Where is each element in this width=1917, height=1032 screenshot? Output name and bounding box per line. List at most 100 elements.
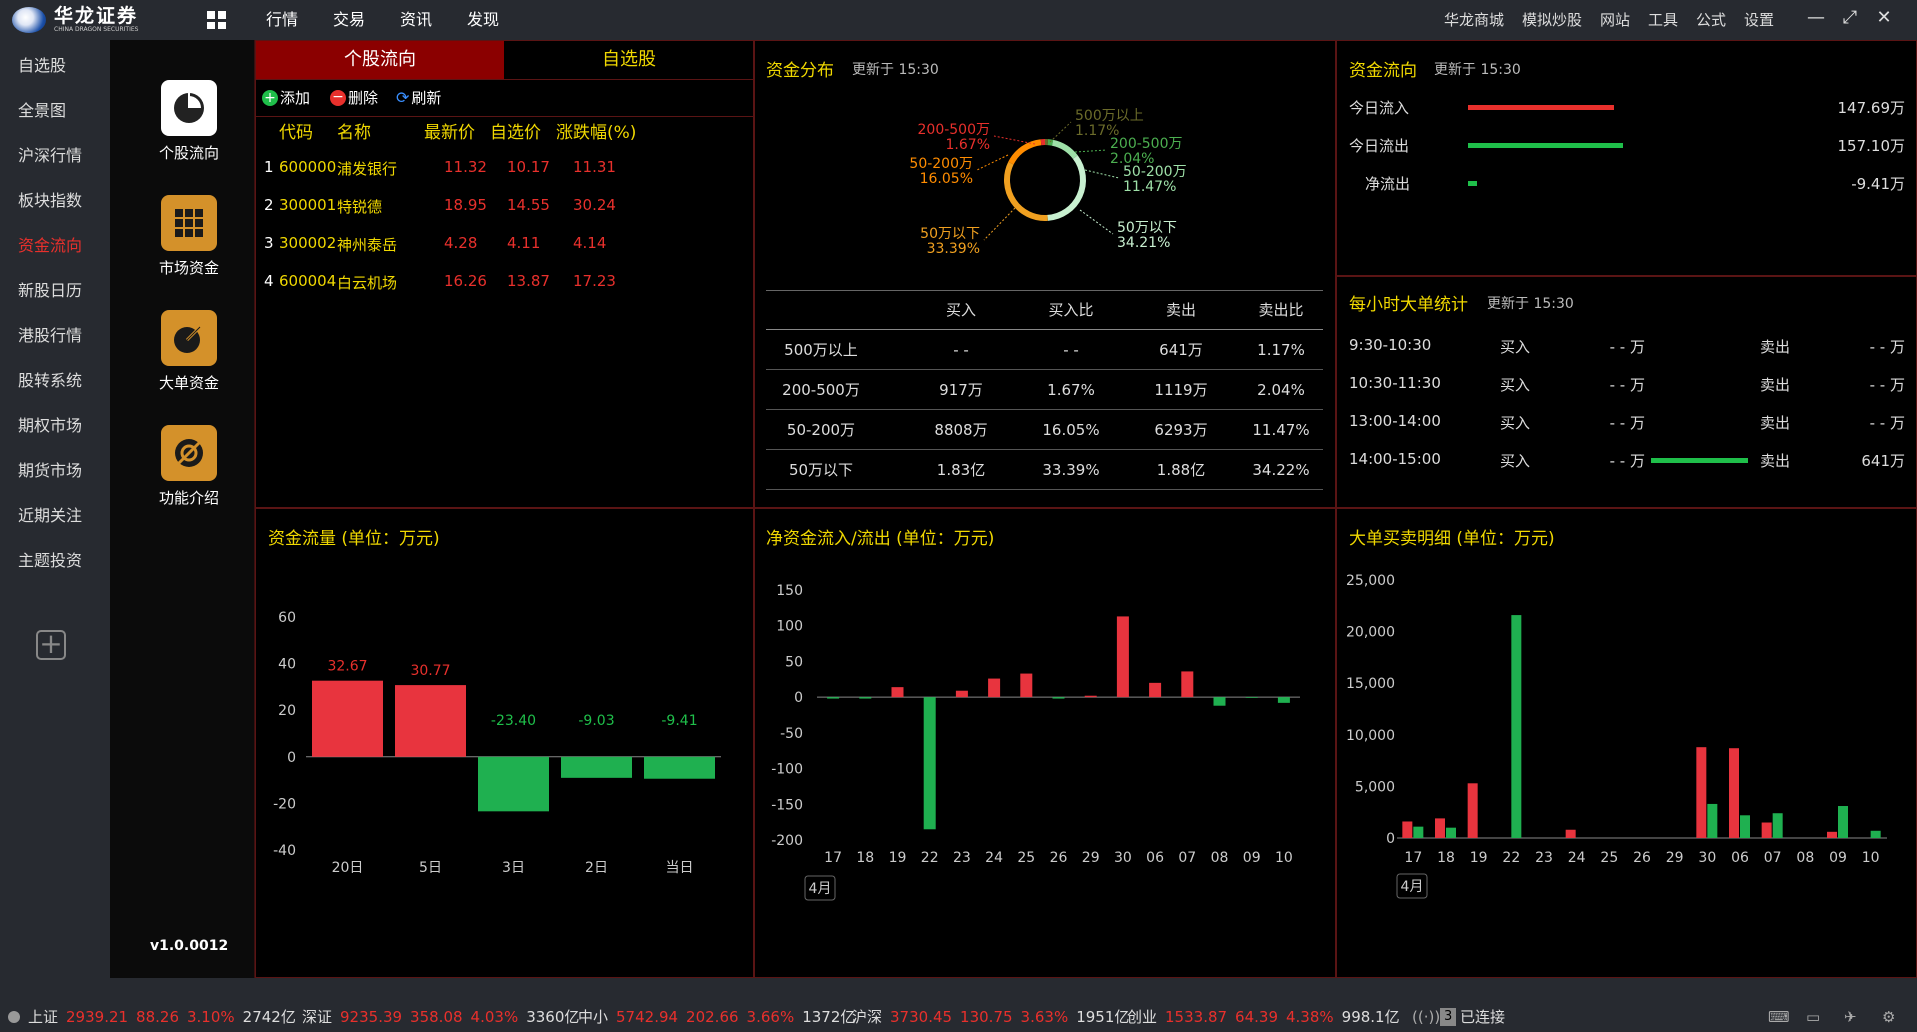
stock-code: 300001: [279, 196, 337, 214]
market-fund-button[interactable]: 市场资金: [133, 195, 245, 278]
month-label: 4月: [809, 881, 832, 897]
hourly-time: 9:30-10:30: [1349, 336, 1432, 354]
donut-slice: [1004, 161, 1048, 221]
donut-label-name: 200-500万: [918, 122, 991, 138]
y-tick-label: -200: [771, 833, 803, 849]
bar-buy: [1761, 822, 1772, 838]
function-intro-label: 功能介绍: [158, 489, 219, 507]
hourly-sell-value: 641万: [1861, 452, 1905, 470]
bar: [312, 680, 383, 757]
app-name-en: CHINA DRAGON SECURITIES: [54, 26, 139, 33]
tab-watchlist[interactable]: 自选股: [505, 41, 753, 79]
stock-flow-button[interactable]: 个股流向: [133, 80, 245, 163]
stock-last: 18.95: [444, 196, 487, 214]
donut-slice: [1051, 139, 1078, 159]
close-icon[interactable]: ✕: [1872, 4, 1896, 32]
nav-sim-trade[interactable]: 模拟炒股: [1522, 0, 1582, 40]
sidebar-item-watchlist[interactable]: 自选股: [18, 52, 108, 76]
gear-icon[interactable]: ⚙: [1882, 1002, 1895, 1032]
donut-leader: [976, 154, 1009, 171]
y-tick-label: 20: [278, 703, 296, 719]
tab-stock-flow[interactable]: 个股流向: [256, 41, 504, 79]
bar: [859, 697, 872, 699]
sidebar-item-sector[interactable]: 板块指数: [18, 187, 108, 211]
distribution-header-cell: 买入比: [1048, 301, 1094, 319]
delete-button[interactable]: − 删除: [330, 84, 378, 112]
nav-tools[interactable]: 工具: [1648, 0, 1678, 40]
sidebar-item-neeq[interactable]: 股转系统: [18, 367, 108, 391]
index-ticker[interactable]: 沪深 3730.45 130.75 3.63% 1951亿: [852, 1002, 1137, 1032]
add-button[interactable]: + 添加: [262, 84, 310, 112]
stock-idx: 3: [264, 234, 274, 252]
hourly-updated: 更新于 15:30: [1487, 296, 1574, 312]
y-tick-label: 100: [776, 619, 803, 635]
nav-news[interactable]: 资讯: [400, 0, 432, 40]
ticker-chg: 358.08: [410, 1008, 463, 1026]
bar: [1149, 682, 1162, 698]
nav-formula[interactable]: 公式: [1696, 0, 1726, 40]
add-icon[interactable]: +: [36, 630, 66, 660]
bar-buy: [1435, 818, 1445, 838]
index-ticker[interactable]: 中小 5742.94 202.66 3.66% 1372亿: [578, 1002, 863, 1032]
sidebar-item-recent[interactable]: 近期关注: [18, 502, 108, 526]
net-flow-chart: 150 100 50 0 -50 -100 -150 -200 17 18 19 22 23 24 25 26…: [771, 583, 1300, 901]
nav-trade[interactable]: 交易: [333, 0, 365, 40]
sidebar-item-ipo-calendar[interactable]: 新股日历: [18, 277, 108, 301]
index-ticker[interactable]: 创业 1533.87 64.39 4.38% 998.1亿: [1127, 1002, 1408, 1032]
x-tick-label: 18: [856, 850, 874, 866]
hourly-sell-label: 卖出: [1760, 338, 1791, 356]
sidebar-item-sh-sz[interactable]: 沪深行情: [18, 142, 108, 166]
sidebar-item-futures[interactable]: 期货市场: [18, 457, 108, 481]
hourly-sell-label: 卖出: [1760, 414, 1791, 432]
x-tick-label: 24: [985, 850, 1003, 866]
signal-icon: ((·)): [1412, 1008, 1441, 1026]
sidebar-item-panorama[interactable]: 全景图: [18, 97, 108, 121]
grid-icon: [161, 195, 217, 251]
distribution-cell: 16.05%: [1042, 421, 1100, 439]
bar: [1084, 695, 1097, 698]
x-tick-label: 5日: [419, 860, 442, 876]
distribution-cell: 1.67%: [1047, 381, 1095, 399]
x-tick-label: 23: [953, 850, 971, 866]
keyboard-icon[interactable]: ⌨: [1768, 1002, 1790, 1032]
sidebar-item-fund-flow[interactable]: 资金流向: [18, 232, 108, 256]
index-ticker[interactable]: 深证 9235.39 358.08 4.03% 3360亿: [302, 1002, 587, 1032]
y-tick-label: 50: [785, 654, 803, 670]
screen-icon[interactable]: ▭: [1806, 1002, 1820, 1032]
ticker-vol: 2742亿: [242, 1008, 296, 1026]
nav-mall[interactable]: 华龙商城: [1444, 0, 1504, 40]
nav-market[interactable]: 行情: [266, 0, 298, 40]
bar-buy: [1467, 783, 1478, 838]
sidebar-item-theme[interactable]: 主题投资: [18, 547, 108, 571]
nav-settings[interactable]: 设置: [1744, 0, 1774, 40]
ticker-price: 9235.39: [340, 1008, 403, 1026]
connection-status: 已连接: [1460, 1008, 1506, 1026]
y-tick-label: 25,000: [1346, 573, 1395, 589]
index-ticker[interactable]: 上证 2939.21 88.26 3.10% 2742亿: [28, 1002, 304, 1032]
function-intro-button[interactable]: 功能介绍: [133, 425, 245, 508]
satellite-icon[interactable]: ✈: [1844, 1002, 1857, 1032]
big-order-button[interactable]: 大单资金: [133, 310, 245, 393]
nav-website[interactable]: 网站: [1600, 0, 1630, 40]
y-tick-label: -40: [273, 843, 296, 859]
x-tick-label: 22: [921, 850, 939, 866]
stock-chg: 4.14: [573, 234, 607, 252]
flow-bar: [1468, 143, 1623, 148]
donut-label-pct: 33.39%: [927, 241, 980, 257]
nav-discover[interactable]: 发现: [467, 0, 499, 40]
bar: [561, 756, 632, 778]
ticker-chg: 202.66: [686, 1008, 739, 1026]
minimize-icon[interactable]: —: [1804, 4, 1828, 32]
delete-icon: −: [330, 90, 346, 106]
x-tick-label: 3日: [502, 860, 525, 876]
maximize-icon[interactable]: ⤢: [1838, 4, 1862, 32]
sidebar-item-hk[interactable]: 港股行情: [18, 322, 108, 346]
distribution-updated: 更新于 15:30: [852, 62, 939, 78]
menu-grid-icon[interactable]: [207, 11, 227, 29]
flow-value: -9.41万: [1851, 175, 1905, 193]
flow-updated: 更新于 15:30: [1434, 62, 1521, 78]
bar: [395, 685, 466, 757]
big-order-chart: 25,000 20,000 15,000 10,000 5,000 0 17 18 19 22 23…: [1346, 573, 1887, 899]
sidebar-item-options[interactable]: 期权市场: [18, 412, 108, 436]
refresh-button[interactable]: ⟳ 刷新: [396, 84, 441, 112]
